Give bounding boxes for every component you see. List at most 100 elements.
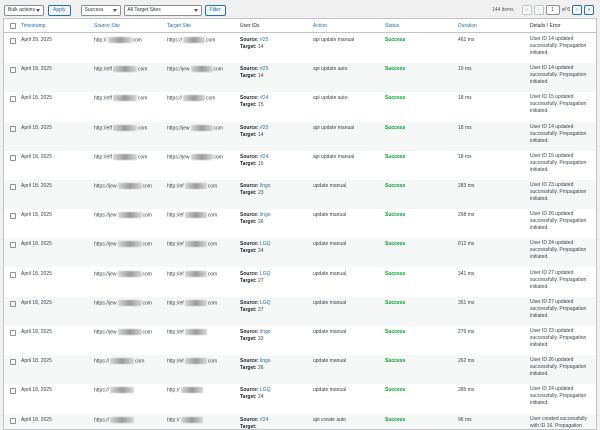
- row-checkbox[interactable]: [10, 417, 16, 424]
- row-target-site: http://ef com: [167, 358, 217, 365]
- source-id-link[interactable]: LGQ: [260, 241, 271, 247]
- bulk-actions-select[interactable]: Bulk actions: [4, 4, 44, 16]
- row-status: Success: [385, 153, 406, 160]
- pagination: 144 items « ‹ 1 of 6 › »: [492, 3, 594, 17]
- row-duration: 262 ms: [458, 358, 475, 365]
- source-url-suffix: com: [142, 183, 152, 190]
- row-checkbox[interactable]: [10, 38, 16, 44]
- target-filter-select[interactable]: All Target Sites: [123, 4, 202, 16]
- sync-log-table: Timestamp Source Site Target Site User I…: [3, 18, 597, 430]
- target-url-suffix: com: [213, 124, 223, 131]
- target-id-value: 14: [257, 44, 264, 50]
- row-target-site: http://ef com: [167, 212, 217, 219]
- row-details: User ID 14 updated successfully. Propaga…: [530, 36, 587, 56]
- target-url-suffix: com: [207, 241, 218, 248]
- target-id-label: Target:: [240, 365, 257, 372]
- select-all-checkbox[interactable]: [10, 23, 16, 29]
- row-checkbox[interactable]: [10, 67, 16, 74]
- row-user-ids: Source: #24 Target:: [240, 417, 268, 429]
- last-page-button[interactable]: »: [584, 5, 594, 15]
- column-action[interactable]: Action: [313, 23, 327, 29]
- row-details: User ID 23 updated successfully. Propaga…: [530, 328, 587, 348]
- target-id-value: 26: [257, 219, 264, 226]
- row-status: Success: [385, 37, 406, 43]
- source-id-link[interactable]: LGQ: [260, 300, 271, 306]
- target-id-value: 15: [257, 102, 264, 109]
- source-url-suffix: com: [142, 212, 152, 219]
- row-source-site: https://jew com: [94, 183, 152, 190]
- filter-button[interactable]: Filter: [204, 4, 226, 16]
- target-id-label: Target:: [240, 160, 257, 167]
- row-details: User ID 24 updated successfully. Propaga…: [530, 240, 587, 261]
- source-id-label: Source:: [240, 124, 259, 131]
- table-row: April 18, 2025 https://jew com http://ef …: [4, 326, 596, 355]
- first-page-button[interactable]: «: [521, 5, 532, 15]
- redaction-mask: [107, 37, 132, 43]
- target-url-prefix: http://: [167, 416, 180, 423]
- redaction-mask: [110, 358, 135, 365]
- row-user-ids: Source: lingo Target: 26: [240, 358, 271, 372]
- table-row: April 18, 2025 https://jew com http://ef c…: [4, 209, 596, 238]
- row-checkbox[interactable]: [10, 359, 16, 366]
- source-id-link[interactable]: #24: [260, 154, 268, 160]
- source-id-label: Source:: [240, 153, 259, 160]
- column-target-site[interactable]: Target Site: [167, 23, 191, 29]
- redaction-mask: [112, 153, 137, 160]
- column-duration[interactable]: Duration: [458, 23, 477, 29]
- target-url-suffix: com: [213, 154, 223, 161]
- status-filter-select[interactable]: Success: [80, 4, 121, 16]
- redaction-mask: [110, 387, 135, 394]
- source-id-link[interactable]: #24: [260, 417, 268, 423]
- row-checkbox[interactable]: [10, 96, 16, 103]
- current-page-input[interactable]: 1: [545, 5, 560, 15]
- row-target-site: https://jew com: [167, 66, 223, 73]
- row-checkbox[interactable]: [10, 330, 16, 336]
- row-checkbox[interactable]: [10, 300, 16, 307]
- target-url-suffix: com: [207, 183, 218, 190]
- row-checkbox[interactable]: [10, 154, 16, 161]
- source-id-label: Source:: [240, 270, 259, 277]
- row-checkbox[interactable]: [10, 184, 16, 190]
- source-id-label: Source:: [240, 358, 259, 365]
- source-id-link[interactable]: LGQ: [260, 387, 271, 393]
- row-checkbox[interactable]: [10, 388, 16, 395]
- table-header: Timestamp Source Site Target Site User I…: [4, 19, 596, 33]
- source-id-link[interactable]: lingo: [260, 358, 271, 364]
- column-source-site[interactable]: Source Site: [94, 23, 120, 29]
- target-id-label: Target:: [240, 394, 257, 401]
- source-id-link[interactable]: #24: [260, 95, 268, 101]
- row-duration: 461 ms: [458, 37, 475, 43]
- chevron-down-icon: [112, 8, 117, 12]
- column-timestamp[interactable]: Timestamp: [21, 23, 46, 29]
- row-duration: 18 ms: [458, 124, 472, 131]
- row-user-ids: Source: LGQ Target: 27: [240, 271, 271, 285]
- source-id-link[interactable]: #25: [260, 125, 268, 131]
- source-id-link[interactable]: #25: [260, 37, 268, 43]
- row-checkbox[interactable]: [10, 213, 16, 220]
- source-id-link[interactable]: lingo: [260, 329, 271, 335]
- source-id-link[interactable]: LGQ: [260, 271, 271, 277]
- row-checkbox[interactable]: [10, 125, 16, 132]
- source-url-suffix: com: [137, 66, 148, 73]
- apply-button[interactable]: Apply: [48, 4, 71, 16]
- redaction-mask: [184, 299, 207, 306]
- source-id-link[interactable]: #25: [260, 66, 268, 72]
- target-url-suffix: com: [206, 95, 216, 102]
- target-id-value: 14: [257, 131, 264, 138]
- row-target-site: https://jew com: [167, 153, 223, 161]
- row-target-site: http://: [167, 416, 204, 424]
- target-id-label: Target:: [240, 73, 257, 80]
- row-checkbox[interactable]: [10, 271, 16, 278]
- source-id-link[interactable]: lingo: [260, 183, 271, 189]
- row-user-ids: Source: lingo Target: 23: [240, 329, 271, 343]
- source-id-label: Source:: [240, 299, 259, 306]
- row-checkbox[interactable]: [10, 242, 16, 249]
- prev-page-button[interactable]: ‹: [533, 5, 544, 15]
- target-id-label: Target:: [240, 277, 257, 284]
- status-filter-label: Success: [84, 7, 104, 13]
- row-timestamp: April 18, 2025: [21, 299, 52, 306]
- column-status[interactable]: Status: [385, 23, 399, 29]
- next-page-button[interactable]: ›: [572, 5, 582, 15]
- source-id-link[interactable]: lingo: [260, 212, 271, 218]
- redaction-mask: [110, 416, 135, 423]
